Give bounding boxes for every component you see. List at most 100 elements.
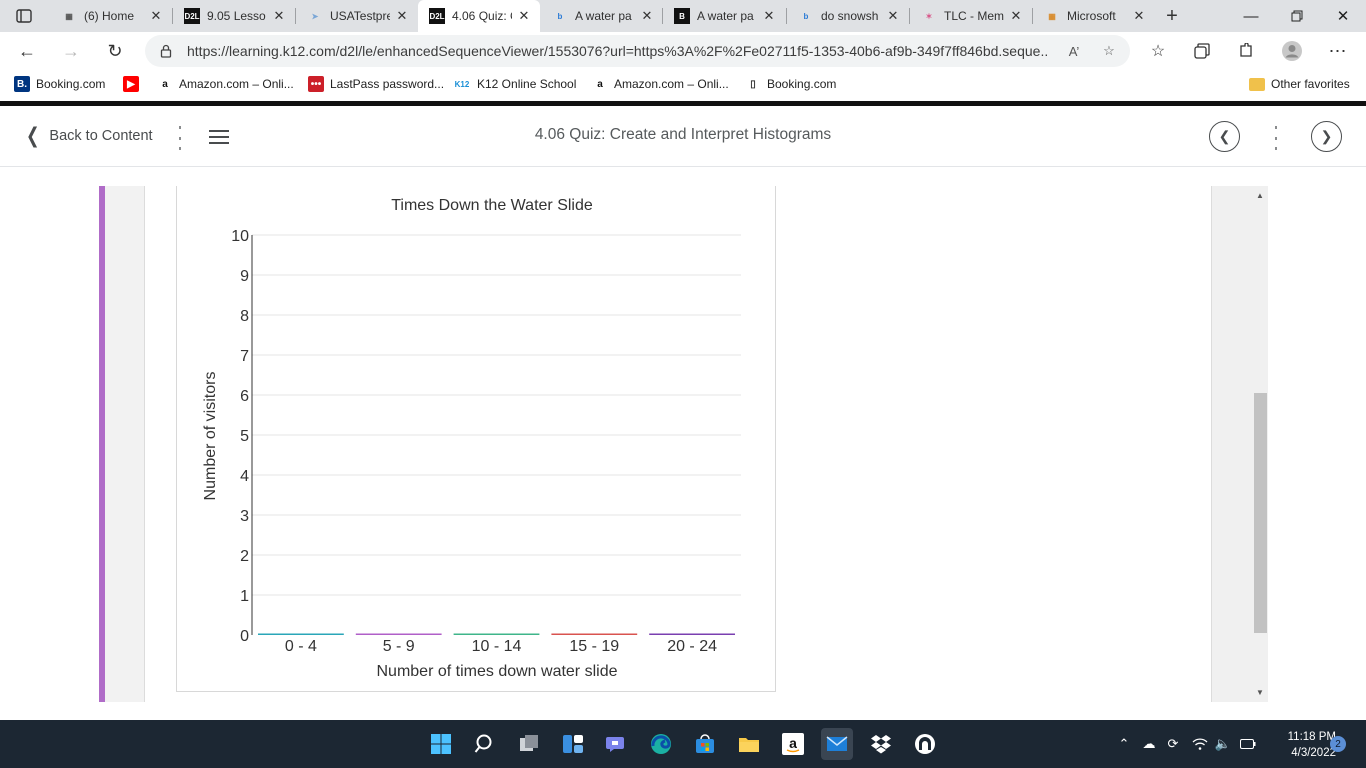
search-icon[interactable] [469, 728, 501, 760]
back-to-content-label: Back to Content [49, 128, 153, 144]
url-text[interactable]: https://learning.k12.com/d2l/le/enhanced… [187, 43, 1047, 59]
previous-topic-button[interactable]: ❮ [1209, 121, 1240, 152]
favorite-label: K12 Online School [477, 77, 577, 91]
notification-badge[interactable]: 2 [1330, 736, 1346, 752]
collections-icon[interactable] [1191, 40, 1213, 62]
close-tab-icon[interactable]: ✕ [1008, 8, 1024, 24]
edge-icon[interactable] [645, 728, 677, 760]
favorites-icon[interactable]: ☆ [1147, 40, 1169, 62]
cloud-icon[interactable]: ☁ [1139, 734, 1159, 754]
tab-separator [295, 8, 296, 24]
lock-icon[interactable] [159, 44, 173, 58]
divider-dots [1274, 126, 1278, 150]
refresh-button[interactable]: ↻ [101, 37, 129, 65]
browser-tab[interactable]: ✶ TLC - Mem ✕ [910, 0, 1032, 32]
favorite-link[interactable]: a Amazon.com – Onli... [157, 74, 294, 94]
address-toolbar: ← → ↻ https://learning.k12.com/d2l/le/en… [0, 32, 1366, 70]
favorite-link[interactable]: B. Booking.com [14, 74, 105, 94]
tab-actions-icon[interactable] [8, 4, 40, 28]
battery-icon[interactable] [1238, 734, 1258, 754]
close-tab-icon[interactable]: ✕ [639, 8, 655, 24]
histogram-chart: Times Down the Water Slide 0 1 2 3 4 5 6 7 8 9 10 0 … [202, 197, 741, 680]
back-button[interactable]: ← [13, 37, 41, 65]
gallery-icon: ▦ [65, 11, 73, 21]
close-window-button[interactable]: ✕ [1320, 0, 1366, 32]
scrollbar-thumb[interactable] [1254, 393, 1267, 633]
address-bar[interactable]: https://learning.k12.com/d2l/le/enhanced… [145, 35, 1130, 67]
back-to-content-link[interactable]: ❮ Back to Content [26, 126, 153, 148]
next-topic-button[interactable]: ❯ [1311, 121, 1342, 152]
mail-icon[interactable] [821, 728, 853, 760]
browser-tab-strip: ▦ (6) Home ✕ D2L 9.05 Lesso ✕ ➤ USATestpre ✕ D2L 4… [0, 0, 1366, 32]
close-tab-icon[interactable]: ✕ [271, 8, 287, 24]
favorite-link[interactable]: ▶ [123, 74, 145, 94]
y-tick-label: 0 [240, 628, 249, 645]
volume-icon[interactable]: 🔈 [1213, 734, 1233, 754]
store-icon[interactable] [689, 728, 721, 760]
settings-menu-icon[interactable]: ⋯ [1327, 40, 1349, 62]
page-title: 4.06 Quiz: Create and Interpret Histogra… [534, 126, 832, 143]
d2l-icon: D2L [184, 8, 200, 24]
app-icon[interactable] [909, 728, 941, 760]
histogram-bar [551, 633, 638, 635]
chevron-up-icon[interactable]: ⌃ [1114, 734, 1134, 754]
task-view-icon[interactable] [513, 728, 545, 760]
scroll-down-icon[interactable]: ▼ [1255, 687, 1265, 697]
forward-button[interactable]: → [57, 37, 85, 65]
wifi-icon[interactable] [1190, 734, 1210, 754]
close-tab-icon[interactable]: ✕ [516, 8, 532, 24]
browser-tab[interactable]: ▦ Microsoft ✕ [1033, 0, 1155, 32]
browser-tab[interactable]: b do snowsh ✕ [787, 0, 909, 32]
windows-taskbar: a ⌃ ☁ ⟳ 🔈 11:18 PM 4/3/2022 2 [0, 720, 1366, 768]
hamburger-menu-icon[interactable] [209, 130, 229, 144]
y-tick-label: 8 [240, 308, 249, 325]
browser-tab[interactable]: B A water pa ✕ [663, 0, 785, 32]
favorite-link[interactable]: ▯ Booking.com [745, 74, 836, 94]
windows-start-icon[interactable] [425, 728, 457, 760]
file-explorer-icon[interactable] [733, 728, 765, 760]
youtube-icon: ▶ [123, 76, 139, 92]
browser-tab[interactable]: D2L 9.05 Lesso ✕ [173, 0, 295, 32]
favorite-label: Amazon.com – Onli... [614, 77, 729, 91]
other-favorites[interactable]: Other favorites [1249, 74, 1350, 94]
favorite-link[interactable]: K12 K12 Online School [453, 74, 576, 94]
x-tick-label: 10 - 14 [472, 638, 522, 655]
teams-chat-icon[interactable] [601, 728, 633, 760]
close-tab-icon[interactable]: ✕ [885, 8, 901, 24]
widgets-icon[interactable] [557, 728, 589, 760]
sync-icon[interactable]: ⟳ [1163, 734, 1183, 754]
close-tab-icon[interactable]: ✕ [1131, 8, 1147, 24]
d2l-header: ❮ Back to Content 4.06 Quiz: Create and … [0, 106, 1366, 167]
amazon-icon: a [592, 76, 608, 92]
read-aloud-icon[interactable]: A’ [1065, 42, 1083, 60]
browser-tab[interactable]: ▦ (6) Home ✕ [50, 0, 172, 32]
scroll-up-icon[interactable]: ▲ [1255, 190, 1265, 200]
add-favorite-icon[interactable]: ☆ [1100, 42, 1118, 60]
extensions-icon[interactable] [1235, 40, 1257, 62]
new-tab-button[interactable]: + [1160, 4, 1184, 28]
x-axis-label: Number of times down water slide [377, 663, 618, 680]
profile-avatar[interactable] [1281, 40, 1303, 62]
restore-button[interactable] [1274, 0, 1320, 32]
browser-tab[interactable]: ➤ USATestpre ✕ [296, 0, 418, 32]
browser-tab[interactable]: D2L 4.06 Quiz: C ✕ [418, 0, 540, 32]
tab-separator [786, 8, 787, 24]
minimize-button[interactable]: — [1228, 0, 1274, 32]
question-side-panel [105, 186, 145, 702]
close-tab-icon[interactable]: ✕ [761, 8, 777, 24]
chevron-right-icon: ❯ [1320, 128, 1333, 144]
system-clock[interactable]: 11:18 PM 4/3/2022 [1266, 729, 1336, 761]
favorite-link[interactable]: ••• LastPass password... [308, 74, 444, 94]
browser-tab[interactable]: b A water pa ✕ [541, 0, 663, 32]
amazon-icon[interactable]: a [777, 728, 809, 760]
svg-text:a: a [789, 735, 797, 751]
dropbox-icon[interactable] [865, 728, 897, 760]
close-tab-icon[interactable]: ✕ [148, 8, 164, 24]
y-tick-label: 3 [240, 508, 249, 525]
close-tab-icon[interactable]: ✕ [394, 8, 410, 24]
x-tick-label: 20 - 24 [667, 638, 717, 655]
favorite-link[interactable]: a Amazon.com – Onli... [592, 74, 729, 94]
tab-separator [662, 8, 663, 24]
brainly-icon: B [674, 8, 690, 24]
histogram-bar [355, 633, 442, 635]
